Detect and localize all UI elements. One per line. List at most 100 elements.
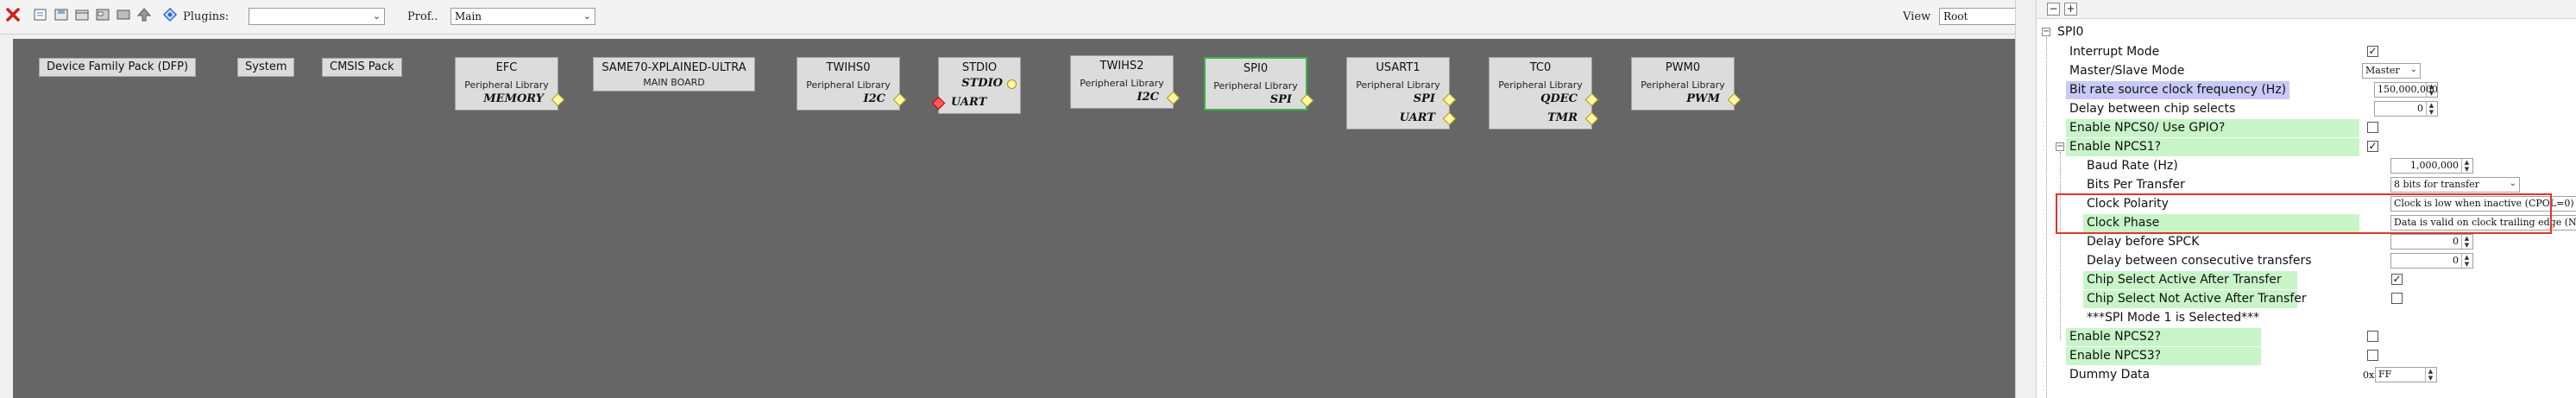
- port-connector-icon[interactable]: [551, 92, 565, 107]
- field-value: 1,000,000: [2410, 160, 2459, 171]
- dfp-pill[interactable]: Device Family Pack (DFP): [39, 58, 197, 77]
- baud-rate-field[interactable]: 1,000,000 ▲ ▼: [2390, 158, 2473, 174]
- port-connector-icon[interactable]: [892, 92, 907, 107]
- select-value: Data is valid on clock trailing edge (NC…: [2394, 217, 2576, 228]
- chevron-down-icon: ⌄: [583, 10, 591, 22]
- option-label: Clock Phase: [2083, 214, 2359, 232]
- option-delay-before-spck: Delay before SPCK 0 ▲ ▼: [2037, 232, 2576, 251]
- new-component-icon[interactable]: [33, 7, 48, 22]
- expand-all-button[interactable]: +: [2064, 3, 2077, 16]
- component-subtitle: Peripheral Library: [464, 79, 549, 91]
- port-label: I2C: [1137, 91, 1159, 104]
- port-connector-icon[interactable]: [1166, 91, 1181, 105]
- load-layout-icon[interactable]: [74, 7, 90, 22]
- option-label: Enable NPCS3?: [2066, 347, 2261, 365]
- profile-dropdown[interactable]: Main ⌄: [450, 8, 595, 25]
- option-enable-npcs1: − Enable NPCS1? ✓: [2037, 137, 2576, 156]
- option-enable-npcs2: Enable NPCS2?: [2037, 327, 2576, 346]
- component-title: SPI0: [1243, 62, 1269, 75]
- option-label: Bit rate source clock frequency (Hz): [2066, 81, 2290, 99]
- option-label: Delay between chip selects: [2069, 102, 2236, 116]
- cs-not-active-after-transfer-checkbox[interactable]: [2391, 293, 2403, 304]
- port-connector-icon[interactable]: [1584, 111, 1599, 126]
- bits-per-transfer-select[interactable]: 8 bits for transfer ⌄: [2390, 177, 2520, 193]
- plugin-icon[interactable]: [162, 7, 178, 22]
- tree-root-spi0[interactable]: − SPI0: [2037, 22, 2576, 41]
- chevron-down-icon: ⌄: [2509, 179, 2516, 188]
- delay-chip-selects-field[interactable]: 0 ▲ ▼: [2374, 101, 2438, 117]
- component-title: TWIHS0: [826, 61, 871, 74]
- enable-npcs1-checkbox[interactable]: ✓: [2367, 141, 2378, 152]
- option-enable-npcs3: Enable NPCS3?: [2037, 346, 2576, 365]
- enable-npcs0-checkbox[interactable]: [2367, 122, 2378, 133]
- component-efc[interactable]: EFC Peripheral Library MEMORY: [455, 57, 565, 111]
- port-connector-icon[interactable]: [1442, 92, 1457, 107]
- delay-before-spck-field[interactable]: 0 ▲ ▼: [2390, 234, 2473, 250]
- option-clock-phase: Clock Phase Data is valid on clock trail…: [2037, 213, 2576, 232]
- component-twihs0[interactable]: TWIHS0 Peripheral Library I2C: [797, 57, 907, 111]
- cmsis-pack-pill[interactable]: CMSIS Pack: [322, 58, 402, 77]
- cs-active-after-transfer-checkbox[interactable]: ✓: [2391, 274, 2403, 285]
- move-up-icon[interactable]: [136, 7, 152, 22]
- component-title: TWIHS2: [1099, 60, 1144, 73]
- option-spi-mode-comment: ***SPI Mode 1 is Selected***: [2037, 308, 2576, 327]
- component-pwm0[interactable]: PWM0 Peripheral Library PWM: [1631, 57, 1741, 111]
- enable-npcs3-checkbox[interactable]: [2367, 350, 2378, 361]
- save-layout-icon[interactable]: [54, 7, 69, 22]
- port-connector-icon[interactable]: [1442, 111, 1457, 126]
- port-connector-icon[interactable]: [931, 96, 946, 111]
- interrupt-mode-checkbox[interactable]: ✓: [2367, 46, 2378, 57]
- port-label: QDEC: [1540, 92, 1578, 105]
- option-label: Bits Per Transfer: [2087, 178, 2185, 192]
- clock-phase-select[interactable]: Data is valid on clock trailing edge (NC…: [2390, 215, 2576, 231]
- panel-toolbar: − +: [2037, 0, 2576, 19]
- spinner-icon[interactable]: ▲ ▼: [2425, 368, 2435, 382]
- port-connector-icon[interactable]: [1727, 92, 1741, 107]
- system-pill[interactable]: System: [237, 58, 295, 77]
- diagram-view-icon[interactable]: [95, 7, 110, 22]
- plugins-label: Plugins:: [183, 10, 230, 23]
- option-master-slave: Master/Slave Mode Master ⌄: [2037, 61, 2576, 80]
- configuration-options-panel: − + − SPI0 Interrupt Mode ✓ Master/Slave…: [2037, 0, 2576, 398]
- field-value: 0: [2417, 103, 2423, 114]
- component-subtitle: Peripheral Library: [1356, 79, 1440, 91]
- option-label: Clock Polarity: [2087, 197, 2169, 211]
- enable-npcs2-checkbox[interactable]: [2367, 331, 2378, 342]
- collapse-icon[interactable]: −: [2056, 142, 2064, 151]
- port-connector-icon[interactable]: [1007, 79, 1017, 89]
- collapse-all-button[interactable]: −: [2047, 3, 2060, 16]
- plugins-dropdown[interactable]: ⌄: [249, 8, 385, 25]
- component-usart1[interactable]: USART1 Peripheral Library SPI UART: [1346, 57, 1457, 130]
- field-value: 0: [2453, 255, 2459, 266]
- master-slave-select[interactable]: Master ⌄: [2362, 63, 2421, 79]
- clock-polarity-select[interactable]: Clock is low when inactive (CPOL=0) ⌄: [2390, 196, 2576, 212]
- port-connector-icon[interactable]: [1584, 92, 1599, 107]
- project-graph-canvas[interactable]: Device Family Pack (DFP) System CMSIS Pa…: [13, 39, 2015, 398]
- dummy-data-field[interactable]: FF ▲ ▼: [2375, 367, 2437, 382]
- collapse-icon[interactable]: −: [2042, 28, 2050, 36]
- spinner-icon[interactable]: ▲ ▼: [2461, 159, 2472, 173]
- option-label: Master/Slave Mode: [2069, 64, 2185, 78]
- panel-splitter[interactable]: [2015, 0, 2037, 398]
- component-stdio[interactable]: STDIO STDIO UART: [931, 57, 1021, 114]
- port-label: UART: [1399, 111, 1435, 124]
- port-label: SPI: [1269, 93, 1292, 106]
- spinner-icon[interactable]: ▲ ▼: [2461, 254, 2472, 268]
- component-board[interactable]: SAME70-XPLAINED-ULTRA MAIN BOARD: [593, 57, 755, 92]
- spinner-icon[interactable]: ▲ ▼: [2426, 83, 2436, 97]
- field-value: FF: [2378, 369, 2392, 380]
- component-subtitle: Peripheral Library: [1080, 78, 1164, 89]
- component-tc0[interactable]: TC0 Peripheral Library QDEC TMR: [1489, 57, 1599, 130]
- port-label: SPI: [1413, 92, 1435, 105]
- spinner-icon[interactable]: ▲ ▼: [2461, 235, 2472, 249]
- bit-rate-source-field[interactable]: 150,000,000 ▲ ▼: [2374, 82, 2438, 98]
- component-spi0[interactable]: SPI0 Peripheral Library SPI: [1204, 57, 1314, 111]
- delay-consecutive-transfers-field[interactable]: 0 ▲ ▼: [2390, 253, 2473, 268]
- close-icon[interactable]: [5, 7, 21, 22]
- port-connector-icon[interactable]: [1300, 93, 1314, 108]
- component-twihs2[interactable]: TWIHS2 Peripheral Library I2C: [1070, 55, 1181, 109]
- spinner-icon[interactable]: ▲ ▼: [2426, 102, 2436, 116]
- list-view-icon[interactable]: [116, 7, 131, 22]
- component-title: TC0: [1529, 61, 1552, 74]
- component-subtitle: MAIN BOARD: [643, 77, 705, 88]
